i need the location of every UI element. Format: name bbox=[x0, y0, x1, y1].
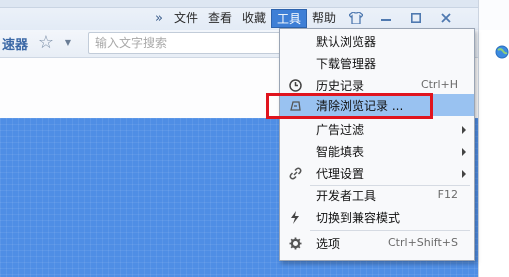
submenu-arrow-icon bbox=[462, 126, 466, 134]
menu-separator bbox=[310, 230, 470, 231]
tools-menu: 默认浏览器 下载管理器 历史记录 Ctrl+H 清除浏览记录 ... 广告过滤 … bbox=[279, 28, 475, 261]
minimize-button[interactable] bbox=[371, 9, 401, 28]
menu-item-options[interactable]: 选项 Ctrl+Shift+S bbox=[280, 232, 474, 254]
menu-help[interactable]: 帮助 bbox=[307, 9, 341, 28]
menu-item-clear-history[interactable]: 清除浏览记录 ... bbox=[280, 94, 474, 116]
menu-item-ad-filter[interactable]: 广告过滤 bbox=[280, 118, 474, 140]
clock-icon bbox=[288, 78, 302, 92]
maximize-button[interactable] bbox=[401, 9, 431, 28]
menu-tools[interactable]: 工具 bbox=[271, 8, 308, 28]
shortcut-history: Ctrl+H bbox=[420, 78, 458, 91]
side-window-top bbox=[478, 0, 509, 30]
menu-bar: » 文件 查看 收藏 工具 帮助 bbox=[150, 8, 461, 28]
menu-view[interactable]: 查看 bbox=[203, 9, 237, 28]
menu-item-download-manager[interactable]: 下载管理器 bbox=[280, 52, 474, 74]
menu-file[interactable]: 文件 bbox=[169, 9, 203, 28]
search-input[interactable] bbox=[88, 32, 288, 54]
lightning-icon bbox=[288, 210, 302, 224]
shortcut-devtools: F12 bbox=[437, 188, 458, 201]
chevron-down-icon[interactable]: ▼ bbox=[62, 36, 74, 48]
menu-item-proxy-settings[interactable]: 代理设置 bbox=[280, 162, 474, 184]
menu-item-history[interactable]: 历史记录 Ctrl+H bbox=[280, 74, 474, 96]
menu-item-developer-tools[interactable]: 开发者工具 F12 bbox=[280, 184, 474, 206]
menu-item-autofill[interactable]: 智能填表 bbox=[280, 140, 474, 162]
shortcut-options: Ctrl+Shift+S bbox=[388, 236, 458, 249]
menu-item-default-browser[interactable]: 默认浏览器 bbox=[280, 30, 474, 52]
link-icon bbox=[288, 166, 302, 180]
menu-item-compat-mode[interactable]: 切换到兼容模式 bbox=[280, 206, 474, 228]
top-strip bbox=[0, 0, 509, 8]
side-window bbox=[478, 30, 509, 277]
shirt-icon[interactable] bbox=[341, 9, 371, 28]
speed-label[interactable]: 速器 bbox=[2, 34, 28, 53]
menu-favorites[interactable]: 收藏 bbox=[237, 9, 271, 28]
submenu-arrow-icon bbox=[462, 170, 466, 178]
gear-icon bbox=[288, 236, 302, 250]
close-button[interactable] bbox=[431, 9, 461, 28]
eraser-icon bbox=[288, 98, 302, 112]
globe-icon bbox=[495, 45, 509, 59]
star-icon[interactable]: ☆ bbox=[36, 31, 56, 53]
more-menu-chevron[interactable]: » bbox=[150, 9, 169, 28]
submenu-arrow-icon bbox=[462, 148, 466, 156]
